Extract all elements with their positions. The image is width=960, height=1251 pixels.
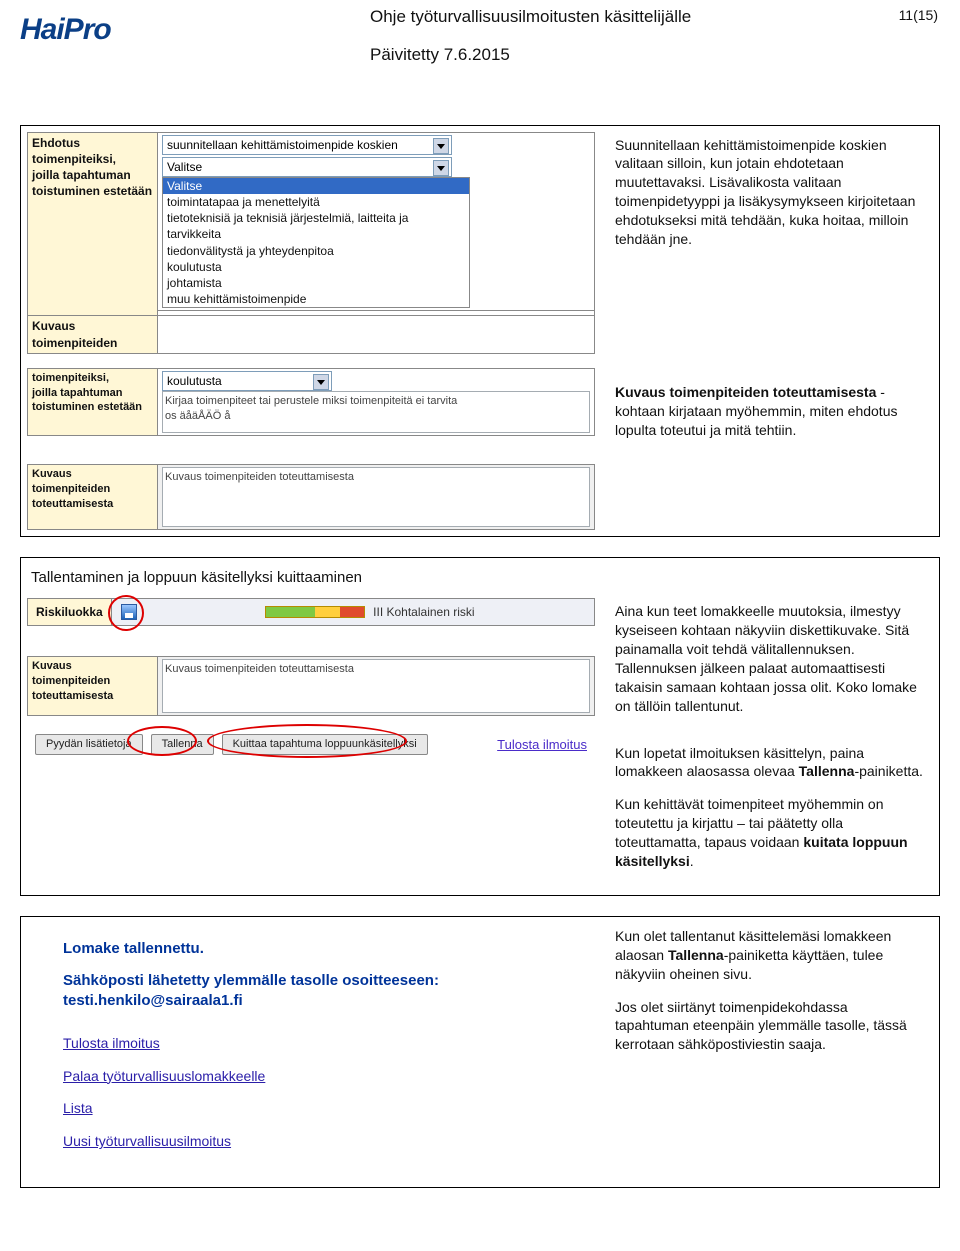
placeholder-text: os äåäÅÄÖ å [165, 410, 230, 422]
label-ehdotus-line4: toistuminen estetään [32, 183, 153, 199]
form-kuvaus-toteuttamisesta: Kuvaus toimenpiteiden toteuttamisesta Ku… [27, 656, 595, 716]
label-line: joilla tapahtuman [32, 386, 153, 401]
instruction-text: Kuvaus toimenpiteiden toteuttamisesta - … [615, 383, 925, 440]
instruction-text: Kun olet tallentanut käsittelemäsi lomak… [615, 927, 925, 984]
textarea-kuvaus-toteuttamisesta[interactable]: Kuvaus toimenpiteiden toteuttamisesta [162, 659, 590, 713]
em-text: Kuvaus toimenpiteiden toteuttamisesta [615, 384, 880, 400]
risk-row: Riskiluokka III Kohtalainen riski [27, 598, 595, 626]
saved-message: Lomake tallennettu. [63, 939, 585, 959]
textarea-toimenpiteet[interactable]: Kirjaa toimenpiteet tai perustele miksi … [162, 391, 590, 433]
label-line: Kuvaus [32, 467, 153, 482]
placeholder-text: Kirjaa toimenpiteet tai perustele miksi … [165, 395, 457, 407]
save-icon[interactable] [121, 604, 137, 620]
label-kuvaus-line1: Kuvaus [32, 318, 153, 334]
label-line: toistuminen estetään [32, 400, 153, 415]
em-text: Tallenna [668, 947, 724, 963]
dropdown-plan[interactable]: suunnitellaan kehittämistoimenpide koski… [162, 135, 452, 155]
save-button[interactable]: Tallenna [151, 734, 214, 755]
dropdown-option[interactable]: johtamista [163, 275, 469, 291]
instruction-box-1: Ehdotus toimenpiteiksi, joilla tapahtuma… [20, 125, 940, 537]
label-line: Kuvaus [32, 659, 153, 674]
instruction-text: Kun kehittävät toimenpiteet myöhemmin on… [615, 795, 925, 871]
label-ehdotus-line3: joilla tapahtuman [32, 167, 153, 183]
print-link[interactable]: Tulosta ilmoitus [63, 1034, 585, 1053]
request-info-button[interactable]: Pyydän lisätietoja [35, 734, 143, 755]
list-link[interactable]: Lista [63, 1099, 585, 1118]
dropdown-valitse-open[interactable]: Valitse toimintatapaa ja menettelyitä ti… [162, 177, 470, 309]
form-toimenpiteiksi: toimenpiteiksi, joilla tapahtuman toistu… [27, 368, 595, 436]
risk-bar-icon [265, 606, 365, 618]
new-report-link[interactable]: Uusi työturvallisuusilmoitus [63, 1132, 585, 1151]
textarea-kuvaus-toteuttamisesta[interactable]: Kuvaus toimenpiteiden toteuttamisesta [162, 467, 590, 527]
email-sent-message: Sähköposti lähetetty ylemmälle tasolle o… [63, 971, 585, 1012]
label-line: toimenpiteiden [32, 674, 153, 689]
mark-complete-button[interactable]: Kuittaa tapahtuma loppuunkäsitellyksi [222, 734, 428, 755]
section-heading: Tallentaminen ja loppuun käsitellyksi ku… [21, 558, 939, 592]
risk-text: III Kohtalainen riski [373, 604, 474, 620]
form-kuvaus-toteuttamisesta: Kuvaus toimenpiteiden toteuttamisesta Ku… [27, 464, 595, 530]
plain-text: -painiketta. [854, 763, 922, 779]
placeholder-text: Kuvaus toimenpiteiden toteuttamisesta [165, 471, 354, 483]
label-line: toteuttamisesta [32, 689, 153, 704]
dropdown-option[interactable]: muu kehittämistoimenpide [163, 291, 469, 307]
dropdown-koulutusta[interactable]: koulutusta [162, 371, 332, 391]
dropdown-option[interactable]: toimintatapaa ja menettelyitä [163, 194, 469, 210]
label-line: toimenpiteiden [32, 482, 153, 497]
label-ehdotus-line1: Ehdotus [32, 135, 153, 151]
instruction-text: Kun lopetat ilmoituksen käsittelyn, pain… [615, 744, 925, 782]
form-ehdotus: Ehdotus toimenpiteiksi, joilla tapahtuma… [27, 132, 595, 354]
page-number: 11(15) [899, 6, 938, 25]
dropdown-valitse[interactable]: Valitse [162, 157, 452, 177]
instruction-text: Jos olet siirtänyt toimenpidekohdassa ta… [615, 998, 925, 1055]
instruction-box-2: Tallentaminen ja loppuun käsitellyksi ku… [20, 557, 940, 896]
plain-text: . [690, 853, 694, 869]
label-kuvaus-line2: toimenpiteiden [32, 335, 153, 351]
label-line: toimenpiteiksi, [32, 371, 153, 386]
doc-title: Ohje työturvallisuusilmoitusten käsittel… [370, 6, 691, 29]
placeholder-text: Kuvaus toimenpiteiden toteuttamisesta [165, 663, 354, 675]
dropdown-option[interactable]: tietoteknisiä ja teknisiä järjestelmiä, … [163, 210, 469, 242]
em-text: Tallenna [799, 763, 855, 779]
dropdown-option[interactable]: tiedonvälitystä ja yhteydenpitoa [163, 243, 469, 259]
back-to-form-link[interactable]: Palaa työturvallisuuslomakkeelle [63, 1067, 585, 1086]
dropdown-option-selected[interactable]: Valitse [163, 178, 469, 194]
instruction-box-3: Lomake tallennettu. Sähköposti lähetetty… [20, 916, 940, 1188]
print-link[interactable]: Tulosta ilmoitus [497, 736, 587, 754]
label-line: toteuttamisesta [32, 497, 153, 512]
dropdown-option[interactable]: koulutusta [163, 259, 469, 275]
label-ehdotus-line2: toimenpiteiksi, [32, 151, 153, 167]
instruction-text: Aina kun teet lomakkeelle muutoksia, ilm… [615, 602, 925, 715]
button-bar: Pyydän lisätietoja Tallenna Kuittaa tapa… [27, 716, 595, 773]
doc-updated: Päivitetty 7.6.2015 [370, 44, 510, 67]
risk-label: Riskiluokka [28, 599, 112, 625]
instruction-text: Suunnitellaan kehittämistoimenpide koski… [615, 136, 925, 249]
